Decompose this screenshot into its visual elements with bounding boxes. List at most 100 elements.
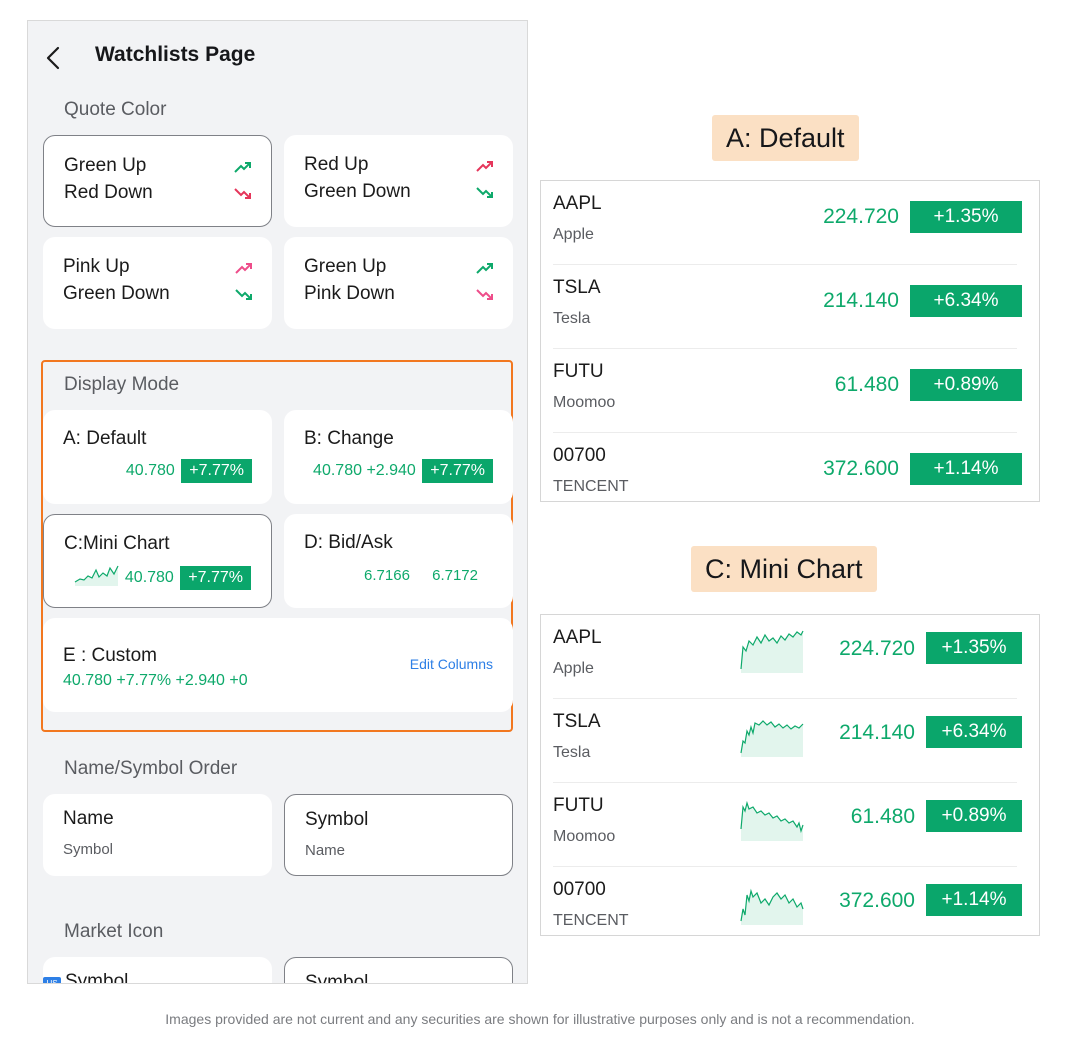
watchlist-row[interactable]: FUTU Moomoo 61.480 +0.89% [541,349,1039,433]
watchlist-row[interactable]: 00700 TENCENT 372.600 +1.14% [541,867,1039,937]
preview-change-badge: +7.77% [181,459,252,483]
quote-color-line1: Pink Up [63,256,130,277]
row-symbol: FUTU [553,361,604,382]
row-name: Moomoo [553,394,616,411]
display-mode-preview: 40.780 +7.77% [126,459,252,483]
display-mode-option-change[interactable]: B: Change 40.780 +2.940 +7.77% [284,410,513,504]
quote-color-option-green-up-pink-down[interactable]: Green Up Pink Down [284,237,513,329]
row-price: 214.140 [839,721,915,744]
quote-color-line1: Green Up [64,155,147,176]
edit-columns-link[interactable]: Edit Columns [410,656,493,672]
quote-color-line1: Red Up [304,154,369,175]
display-mode-name: D: Bid/Ask [304,532,393,553]
row-change-badge: +6.34% [910,285,1022,317]
preview-bid: 6.7166 [364,567,410,584]
trend-down-icon [476,289,493,300]
display-mode-option-bid-ask[interactable]: D: Bid/Ask 6.7166 6.7172 [284,514,513,608]
page-title: Watchlists Page [95,43,256,66]
watchlist-row[interactable]: AAPL Apple 224.720 +1.35% [541,181,1039,265]
quote-color-option-red-up-green-down[interactable]: Red Up Green Down [284,135,513,227]
order-sub-label: Symbol [63,841,114,858]
order-main-label: Symbol [305,809,369,830]
quote-color-line2: Red Down [64,182,153,203]
watchlist-row[interactable]: TSLA Tesla 214.140 +6.34% [541,265,1039,349]
mini-chart-watchlist: AAPL Apple 224.720 +1.35% TSLA Tesla 214… [540,614,1040,936]
row-price: 224.720 [839,637,915,660]
trend-up-icon [476,161,493,172]
trend-up-icon [234,162,251,173]
preview-custom-values: 40.780 +7.77% +2.940 +0 [63,672,248,689]
row-symbol: TSLA [553,711,601,732]
order-main-label: Name [63,808,114,829]
row-name: TENCENT [553,478,629,495]
quote-color-line2: Pink Down [304,283,395,304]
row-change-badge: +0.89% [926,800,1022,832]
back-arrow-icon[interactable] [44,45,64,71]
mini-chart-icon [75,565,119,586]
row-symbol: 00700 [553,879,606,900]
preview-price: 40.780 [124,569,174,586]
preview-change-badge: +7.77% [180,566,251,590]
default-mode-tag: A: Default [712,115,859,161]
row-price: 372.600 [823,457,899,480]
preview-price: 40.780 [125,462,175,479]
disclaimer-text: Images provided are not current and any … [165,1011,915,1027]
watchlist-row[interactable]: AAPL Apple 224.720 +1.35% [541,615,1039,699]
display-mode-option-custom[interactable]: E : Custom 40.780 +7.77% +2.940 +0 Edit … [43,618,513,712]
display-mode-name: E : Custom [63,645,157,666]
row-change-badge: +1.14% [910,453,1022,485]
quote-color-line2: Green Down [63,283,170,304]
row-name: Tesla [553,744,591,761]
row-mini-chart [740,720,804,757]
row-change-badge: +1.14% [926,884,1022,916]
trend-down-icon [476,187,493,198]
watchlist-row[interactable]: TSLA Tesla 214.140 +6.34% [541,699,1039,783]
order-option-symbol-first[interactable]: Symbol Name [284,794,513,876]
display-mode-preview: 40.780 +7.77% [74,564,251,590]
display-mode-preview: 40.780 +2.940 +7.77% [313,459,493,483]
row-change-badge: +1.35% [910,201,1022,233]
row-price: 61.480 [834,373,899,396]
row-change-badge: +6.34% [926,716,1022,748]
row-name: Apple [553,660,594,677]
mini-chart-mode-tag: C: Mini Chart [691,546,877,592]
display-mode-preview: 6.7166 6.7172 [364,567,478,584]
market-icon-label: Symbol [65,971,129,984]
row-symbol: 00700 [553,445,606,466]
display-mode-option-mini-chart[interactable]: C:Mini Chart 40.780 +7.77% [43,514,272,608]
watchlist-row[interactable]: FUTU Moomoo 61.480 +0.89% [541,783,1039,867]
quote-color-option-pink-up-green-down[interactable]: Pink Up Green Down [43,237,272,329]
row-mini-chart [740,800,804,841]
preview-change: +2.940 [366,462,416,479]
row-name: Moomoo [553,828,616,845]
row-change-badge: +1.35% [926,632,1022,664]
watchlist-row[interactable]: 00700 TENCENT 372.600 +1.14% [541,433,1039,503]
display-mode-name: A: Default [63,428,147,449]
row-symbol: AAPL [553,627,602,648]
row-mini-chart [740,888,804,925]
row-price: 224.720 [823,205,899,228]
row-symbol: AAPL [553,193,602,214]
quote-color-line1: Green Up [304,256,387,277]
quote-color-line2: Green Down [304,181,411,202]
order-option-name-first[interactable]: Name Symbol [43,794,272,876]
us-market-badge-icon: US [43,977,61,983]
default-watchlist: AAPL Apple 224.720 +1.35% TSLA Tesla 214… [540,180,1040,502]
row-mini-chart [740,630,804,673]
trend-up-icon [235,263,252,274]
quote-color-title: Quote Color [64,99,167,120]
market-icon-option-plain[interactable]: Symbol [284,957,513,983]
row-price: 61.480 [850,805,915,828]
watchlists-settings-panel: Watchlists Page Quote Color Green Up Red… [27,20,528,984]
preview-price: 40.780 [313,462,362,479]
market-icon-option-with-badge[interactable]: US Symbol [43,957,272,984]
market-icon-title: Market Icon [64,921,164,942]
quote-color-option-green-up-red-down[interactable]: Green Up Red Down [43,135,272,227]
preview-change-badge: +7.77% [422,459,493,483]
row-price: 214.140 [823,289,899,312]
display-mode-name: C:Mini Chart [64,533,170,554]
display-mode-option-default[interactable]: A: Default 40.780 +7.77% [43,410,272,504]
trend-up-icon [476,263,493,274]
row-name: Apple [553,226,594,243]
order-sub-label: Name [305,842,346,859]
